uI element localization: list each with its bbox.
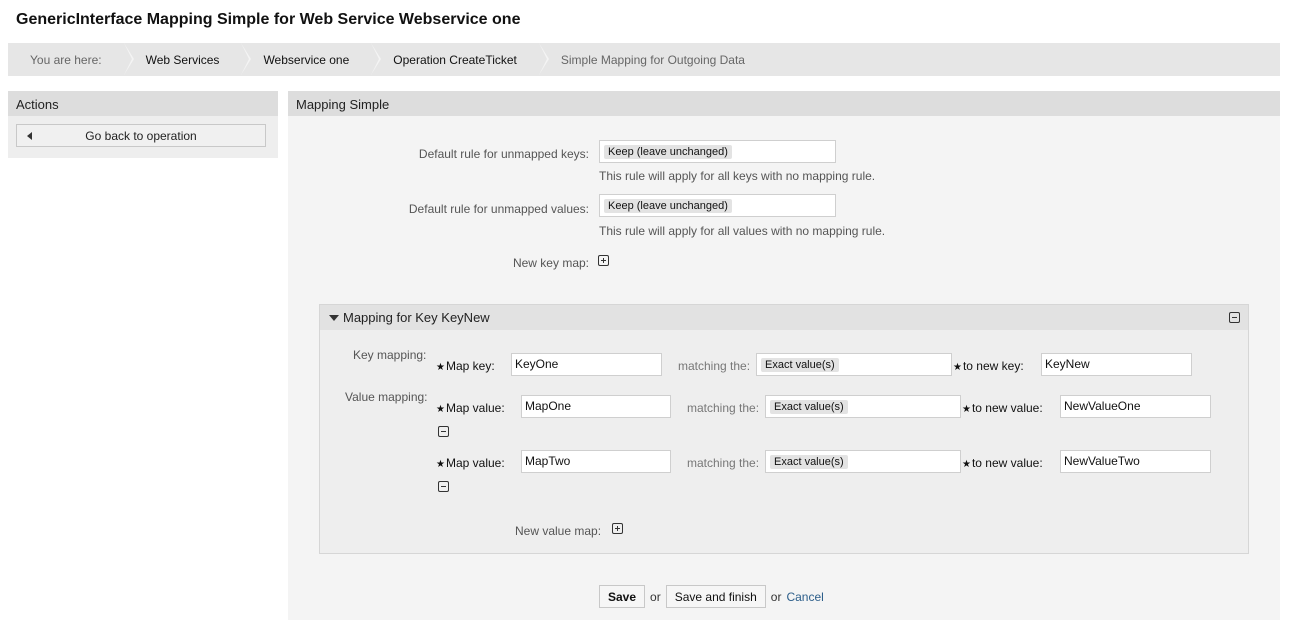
breadcrumb-current-text: Simple Mapping for Outgoing Data — [560, 52, 745, 67]
actions-title: Actions — [8, 91, 278, 116]
value-matching-label-1: matching the: — [687, 401, 760, 415]
default-keys-select[interactable]: Keep (leave unchanged) — [599, 140, 836, 163]
key-match-selected: Exact value(s) — [761, 358, 839, 372]
value-mapping-label: Value mapping: — [345, 390, 428, 404]
key-matching-label: matching the: — [678, 359, 751, 373]
add-value-map-icon[interactable] — [612, 523, 623, 534]
breadcrumb: You are here: Web Services Webservice on… — [8, 43, 1280, 76]
actions-sidebar: Actions Go back to operation — [8, 91, 278, 158]
map-key-label-text: Map key: — [445, 359, 495, 373]
breadcrumb-web-services-text: Web Services — [145, 52, 220, 67]
map-value-label-1-text: Map value: — [445, 401, 505, 415]
to-new-value-label-1-text: to new value: — [971, 401, 1043, 415]
save-and-finish-button[interactable]: Save and finish — [665, 585, 766, 608]
map-value-input-1[interactable]: MapOne — [521, 395, 671, 418]
breadcrumb-webservice-one-text: Webservice one — [263, 52, 350, 67]
arrow-left-icon — [27, 132, 32, 140]
default-values-select[interactable]: Keep (leave unchanged) — [599, 194, 836, 217]
key-mapping-title: Mapping for Key KeyNew — [343, 310, 490, 325]
value-match-selected-2: Exact value(s) — [770, 455, 848, 469]
mapping-simple-title: Mapping Simple — [288, 91, 1280, 116]
or-text-1: or — [650, 589, 661, 604]
to-new-key-label-text: to new key: — [962, 359, 1024, 373]
breadcrumb-label: You are here: — [8, 43, 134, 76]
map-value-label-1: ★Map value: — [436, 401, 505, 415]
breadcrumb-item-webservice-one[interactable]: Webservice one — [241, 43, 382, 76]
map-key-label: ★Map key: — [436, 359, 495, 373]
cancel-link[interactable]: Cancel — [786, 590, 823, 604]
mapping-simple-panel: Mapping Simple Default rule for unmapped… — [288, 91, 1280, 620]
key-mapping-header[interactable]: Mapping for Key KeyNew — [320, 305, 1248, 330]
key-mapping-label: Key mapping: — [353, 348, 427, 362]
default-keys-label: Default rule for unmapped keys: — [418, 147, 589, 161]
key-match-select[interactable]: Exact value(s) — [756, 353, 952, 376]
breadcrumb-item-web-services[interactable]: Web Services — [124, 43, 252, 76]
form-actions: Save or Save and finish or Cancel — [599, 585, 824, 608]
breadcrumb-item-current: Simple Mapping for Outgoing Data — [539, 43, 767, 76]
new-key-map-label: New key map: — [512, 256, 589, 270]
collapse-triangle-icon[interactable] — [329, 315, 339, 321]
new-value-input-2[interactable]: NewValueTwo — [1060, 450, 1211, 473]
add-key-map-icon[interactable] — [598, 255, 609, 266]
remove-value-map-2-icon[interactable] — [438, 481, 449, 492]
value-match-select-2[interactable]: Exact value(s) — [765, 450, 961, 473]
save-button[interactable]: Save — [599, 585, 646, 608]
new-value-input-1[interactable]: NewValueOne — [1060, 395, 1211, 418]
default-values-label: Default rule for unmapped values: — [408, 202, 589, 216]
value-match-select-1[interactable]: Exact value(s) — [765, 395, 961, 418]
go-back-label: Go back to operation — [85, 128, 197, 143]
map-value-label-2: ★Map value: — [436, 456, 505, 470]
new-value-map-label: New value map: — [515, 524, 602, 538]
or-text-2: or — [770, 589, 782, 604]
breadcrumb-label-text: You are here: — [30, 52, 102, 67]
breadcrumb-operation-text: Operation CreateTicket — [393, 52, 517, 67]
to-new-value-label-2-text: to new value: — [971, 456, 1043, 470]
to-new-value-label-1: ★to new value: — [962, 401, 1043, 415]
map-key-input[interactable]: KeyOne — [511, 353, 662, 376]
value-matching-label-2: matching the: — [687, 456, 760, 470]
remove-key-mapping-icon[interactable] — [1229, 312, 1240, 323]
new-key-input[interactable]: KeyNew — [1041, 353, 1192, 376]
value-match-selected-1: Exact value(s) — [770, 400, 848, 414]
page-title: GenericInterface Mapping Simple for Web … — [16, 11, 521, 28]
map-value-input-2[interactable]: MapTwo — [521, 450, 671, 473]
default-keys-selected: Keep (leave unchanged) — [604, 145, 732, 159]
map-value-label-2-text: Map value: — [445, 456, 505, 470]
to-new-key-label: ★to new key: — [953, 359, 1024, 373]
default-keys-hint: This rule will apply for all keys with n… — [599, 169, 876, 183]
remove-value-map-1-icon[interactable] — [438, 426, 449, 437]
default-values-hint: This rule will apply for all values with… — [599, 224, 886, 238]
breadcrumb-item-operation[interactable]: Operation CreateTicket — [371, 43, 549, 76]
key-mapping-box: Mapping for Key KeyNew Key mapping: ★Map… — [319, 304, 1249, 554]
to-new-value-label-2: ★to new value: — [962, 456, 1043, 470]
go-back-button[interactable]: Go back to operation — [16, 124, 266, 147]
default-values-selected: Keep (leave unchanged) — [604, 199, 732, 213]
